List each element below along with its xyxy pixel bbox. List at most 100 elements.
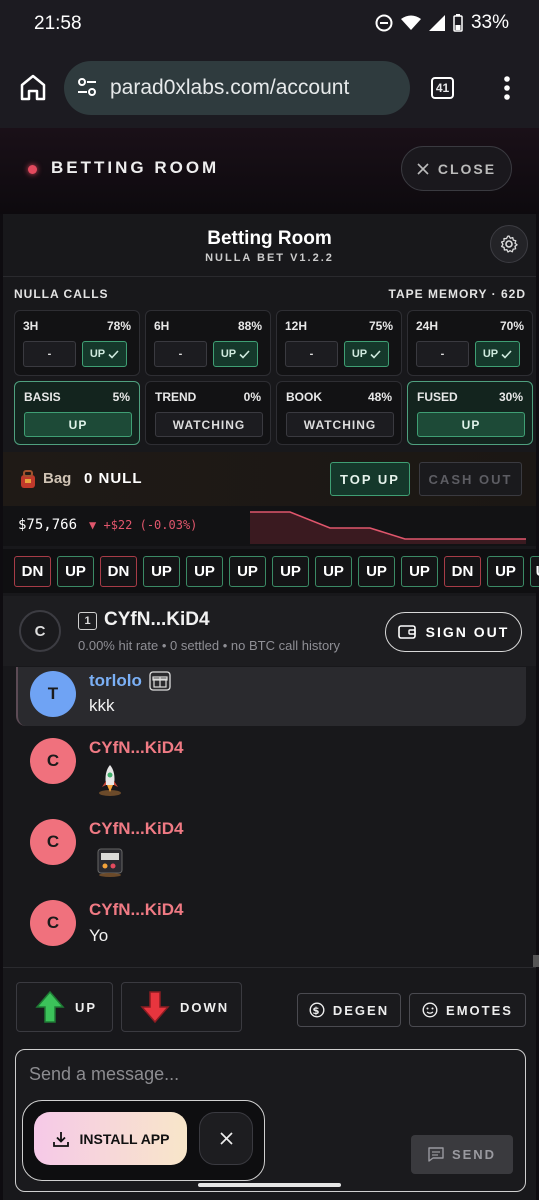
close-icon	[219, 1132, 233, 1145]
site-settings-icon[interactable]	[76, 76, 98, 98]
send-label: SEND	[451, 1147, 497, 1162]
avatar: C	[30, 819, 76, 865]
top-up-button[interactable]: TOP UP	[330, 462, 410, 496]
bag-icon	[21, 470, 35, 488]
signal-name: BASIS	[24, 390, 61, 404]
tape-pill: UP	[272, 556, 309, 587]
dnd-icon	[375, 14, 393, 32]
avatar: C	[19, 610, 61, 652]
avatar: C	[30, 900, 76, 946]
up-bet-button[interactable]: UP	[16, 982, 113, 1032]
tape-pill: UP	[229, 556, 266, 587]
down-bet-button[interactable]: DOWN	[121, 982, 242, 1032]
horizon-label: 12H	[285, 319, 308, 333]
gesture-home-bar[interactable]	[198, 1183, 341, 1187]
dollar-coin-icon: $	[309, 1002, 325, 1018]
gear-icon	[500, 235, 518, 253]
horizon-label: 3H	[23, 319, 39, 333]
home-icon[interactable]	[18, 72, 48, 102]
sign-out-button[interactable]: SIGN OUT	[385, 612, 522, 652]
install-app-label: INSTALL APP	[79, 1130, 170, 1147]
rank-badge: 1	[78, 612, 97, 630]
install-app-button[interactable]: INSTALL APP	[34, 1112, 187, 1165]
message-text: Yo	[89, 926, 109, 945]
panel-subtitle: NULLA BET V1.2.2	[205, 252, 334, 264]
message-author[interactable]: CYfN...KiD4	[89, 819, 183, 839]
down-arrow-icon: ▼	[89, 518, 97, 532]
tape-pill: UP	[487, 556, 524, 587]
close-button[interactable]: CLOSE	[401, 146, 512, 191]
horizon-label: 6H	[154, 319, 170, 333]
down-call-button[interactable]: -	[285, 341, 338, 367]
horizon-card-24h: 24H 70% - UP	[407, 310, 533, 376]
signal-card-basis: BASIS 5% UP	[14, 381, 140, 445]
price-sparkline	[250, 511, 526, 544]
up-call-button[interactable]: UP	[475, 341, 520, 367]
up-call-label: UP	[351, 348, 368, 360]
horizon-card-3h: 3H 78% - UP	[14, 310, 140, 376]
url-bar[interactable]: parad0xlabs.com/account	[64, 61, 410, 115]
cash-out-button[interactable]: CASH OUT	[419, 462, 522, 496]
divider	[3, 967, 536, 968]
message-author[interactable]: CYfN...KiD4	[89, 738, 183, 758]
down-bet-label: DOWN	[180, 999, 230, 1015]
scrollbar[interactable]	[533, 955, 539, 967]
signal-percent: 0%	[243, 390, 261, 404]
message-author[interactable]: CYfN...KiD4	[89, 900, 183, 920]
close-label: CLOSE	[437, 160, 497, 177]
up-call-label: UP	[89, 348, 106, 360]
chat-icon	[428, 1147, 444, 1162]
tab-switcher-button[interactable]: 41	[431, 77, 454, 99]
url-text: parad0xlabs.com/account	[110, 76, 350, 99]
price-delta: +$22 (-0.03%)	[103, 518, 198, 532]
btc-price: $75,766	[18, 517, 78, 533]
user-name: CYfN...KiD4	[104, 609, 210, 630]
up-call-button[interactable]: UP	[344, 341, 389, 367]
header-title: BETTING ROOM	[51, 158, 220, 177]
down-arrow-icon	[140, 991, 170, 1024]
signal-state: UP	[417, 412, 525, 437]
message-author[interactable]: torlolo	[89, 671, 142, 691]
emotes-button[interactable]: EMOTES	[409, 993, 526, 1027]
tape-pill: UP	[315, 556, 352, 587]
tape-pill: UP	[186, 556, 223, 587]
settings-button[interactable]	[490, 225, 528, 263]
up-arrow-icon	[35, 990, 65, 1023]
horizon-percent: 78%	[106, 319, 131, 333]
signal-percent: 30%	[498, 390, 523, 404]
down-call-button[interactable]: -	[154, 341, 207, 367]
signal-name: TREND	[155, 390, 197, 404]
live-indicator-icon	[28, 165, 37, 174]
horizon-card-6h: 6H 88% - UP	[145, 310, 271, 376]
tape-pill: UP	[57, 556, 94, 587]
signal-percent: 5%	[112, 390, 130, 404]
degen-button[interactable]: $ DEGEN	[297, 993, 401, 1027]
tape-pill: DN	[14, 556, 51, 587]
down-call-button[interactable]: -	[23, 341, 76, 367]
horizon-percent: 75%	[368, 319, 393, 333]
tape-memory-label: TAPE MEMORY · 62D	[388, 287, 526, 301]
up-call-button[interactable]: UP	[82, 341, 127, 367]
up-call-button[interactable]: UP	[213, 341, 258, 367]
tape-pill: UP	[401, 556, 438, 587]
down-call-button[interactable]: -	[416, 341, 469, 367]
up-bet-label: UP	[75, 999, 98, 1015]
tape-pill: UP	[143, 556, 180, 587]
signal-card-book: BOOK 48% WATCHING	[276, 381, 402, 445]
sign-out-label: SIGN OUT	[425, 624, 510, 640]
send-button[interactable]: SEND	[411, 1135, 513, 1174]
message-placeholder: Send a message...	[29, 1064, 180, 1084]
more-menu-icon[interactable]	[500, 74, 514, 102]
horizon-card-12h: 12H 75% - UP	[276, 310, 402, 376]
tape-pill: U	[530, 556, 539, 587]
signal-icon	[428, 15, 445, 31]
emotes-label: EMOTES	[446, 1002, 513, 1018]
rocket-emote-icon	[99, 765, 121, 796]
dismiss-install-button[interactable]	[199, 1112, 253, 1165]
slot-machine-emote-icon	[97, 848, 123, 877]
signal-state: UP	[24, 412, 132, 437]
gift-icon	[149, 671, 171, 691]
signal-card-trend: TREND 0% WATCHING	[145, 381, 271, 445]
avatar: T	[30, 671, 76, 717]
tape-pill: DN	[444, 556, 481, 587]
